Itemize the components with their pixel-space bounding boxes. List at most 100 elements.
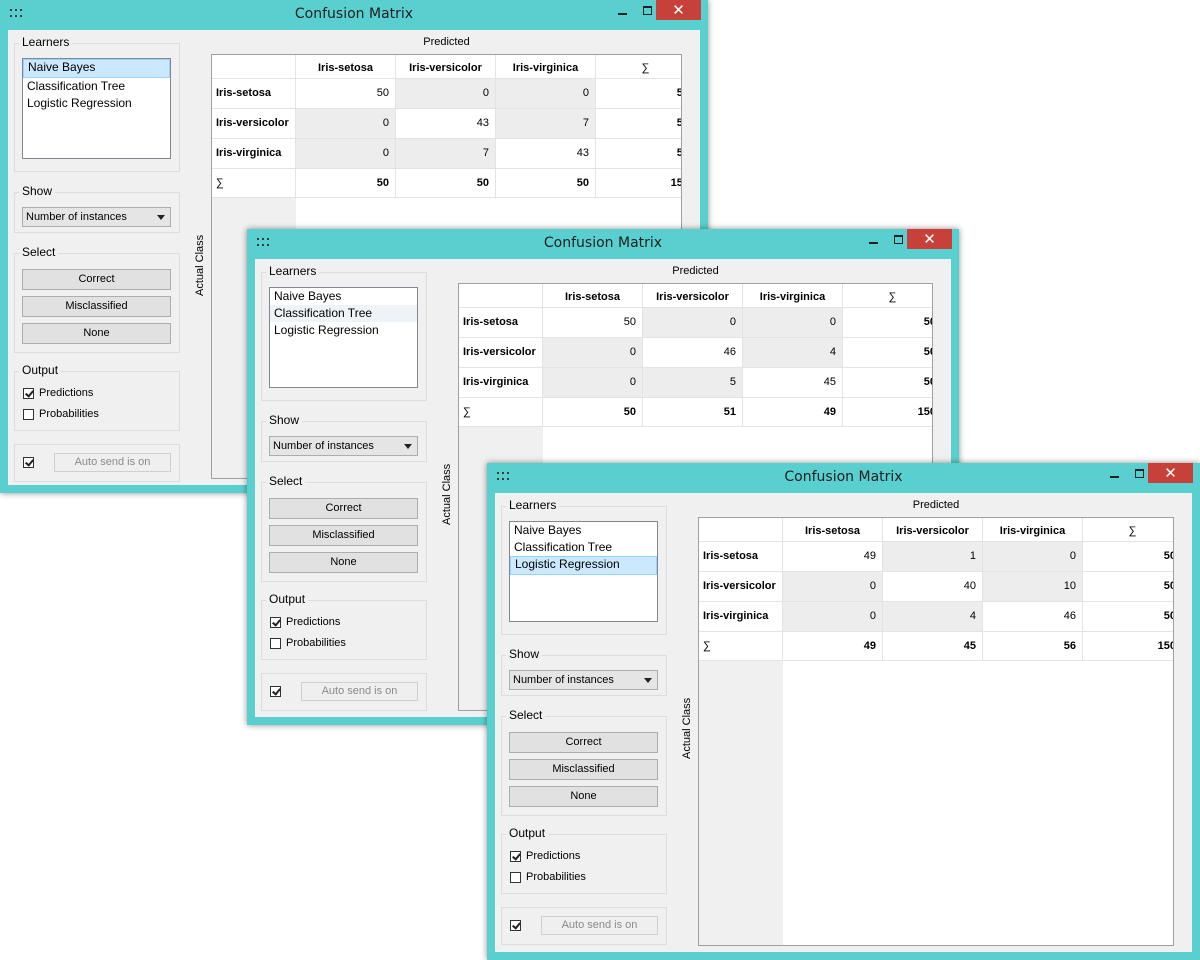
column-header: Iris-setosa [296,55,396,79]
probabilities-checkbox[interactable]: Probabilities [23,408,173,424]
matrix-cell[interactable]: 49 [783,542,883,572]
matrix-cell[interactable]: 1 [883,542,983,572]
sum-row-header: ∑ [699,632,783,661]
matrix-cell[interactable]: 50 [543,308,643,338]
row-header: Iris-setosa [699,542,783,572]
auto-send-checkbox-box[interactable] [23,457,34,468]
matrix-cell[interactable]: 0 [496,79,596,109]
matrix-cell[interactable]: 40 [883,572,983,602]
learner-item[interactable]: Naive Bayes [270,288,417,305]
learner-item[interactable]: Logistic Regression [23,95,170,112]
predictions-checkbox-box[interactable] [510,851,521,862]
predictions-checkbox[interactable]: Predictions [270,616,420,632]
show-dropdown[interactable]: Number of instances [22,207,171,227]
probabilities-checkbox-box[interactable] [510,872,521,883]
checkmark-icon [25,388,34,398]
learner-item[interactable]: Naive Bayes [510,522,657,539]
auto-send-button[interactable]: Auto send is on [541,916,658,935]
learners-list[interactable]: Naive Bayes Classification Tree Logistic R… [509,521,658,622]
show-title: Show [506,647,543,661]
auto-send-checkbox-box[interactable] [510,920,521,931]
row-header: Iris-versicolor [212,109,296,139]
matrix-cell[interactable]: 4 [743,338,843,368]
matrix-cell[interactable]: 43 [496,139,596,169]
matrix-cell[interactable]: 0 [743,308,843,338]
learner-item[interactable]: Classification Tree [510,539,657,556]
predicted-label: Predicted [423,36,470,48]
learner-item[interactable]: Logistic Regression [270,322,417,339]
matrix-cell[interactable]: 5 [643,368,743,398]
misclassified-button[interactable]: Misclassified [22,296,171,317]
predictions-checkbox[interactable]: Predictions [23,387,173,403]
learners-list[interactable]: Naive Bayes Classification Tree Logistic R… [22,58,171,159]
minimize-icon[interactable] [610,0,636,22]
learner-item[interactable]: Logistic Regression [510,556,657,575]
auto-send-button[interactable]: Auto send is on [301,682,418,701]
matrix-cell[interactable]: 0 [543,368,643,398]
none-button[interactable]: None [269,552,418,573]
probabilities-checkbox[interactable]: Probabilities [270,637,420,653]
close-icon[interactable]: ✕ [1148,463,1193,483]
misclassified-button[interactable]: Misclassified [269,525,418,546]
probabilities-checkbox[interactable]: Probabilities [510,871,660,887]
matrix-cell[interactable]: 10 [983,572,1083,602]
matrix-cell[interactable]: 0 [643,308,743,338]
checkmark-icon [25,457,34,467]
none-button[interactable]: None [22,323,171,344]
auto-send-checkbox-box[interactable] [270,686,281,697]
title-bar[interactable]: Confusion Matrix ✕ [247,229,959,259]
matrix-cell[interactable]: 7 [496,109,596,139]
matrix-cell[interactable]: 0 [783,602,883,632]
predicted-label: Predicted [912,499,960,511]
matrix-cell[interactable]: 50 [296,79,396,109]
predictions-checkbox[interactable]: Predictions [510,850,660,866]
column-header: Iris-versicolor [396,55,496,79]
confusion-matrix-table[interactable]: Iris-setosa Iris-versicolor Iris-virginica… [698,517,1174,946]
auto-send-button[interactable]: Auto send is on [54,453,171,472]
close-icon[interactable]: ✕ [656,0,701,20]
matrix-cell[interactable]: 46 [643,338,743,368]
matrix-cell[interactable]: 0 [296,139,396,169]
probabilities-checkbox-label: Probabilities [39,408,99,420]
matrix-cell[interactable]: 4 [883,602,983,632]
close-icon[interactable]: ✕ [907,229,952,249]
minimize-icon[interactable] [861,229,887,251]
correct-button[interactable]: Correct [22,269,171,290]
title-bar[interactable]: Confusion Matrix ✕ [487,463,1200,493]
predictions-checkbox-box[interactable] [270,617,281,628]
minimize-icon[interactable] [1102,463,1128,485]
window-title: Confusion Matrix [294,6,414,22]
matrix-cell[interactable]: 0 [983,542,1083,572]
correct-button[interactable]: Correct [269,498,418,519]
row-header: Iris-setosa [459,308,543,338]
probabilities-checkbox-box[interactable] [270,638,281,649]
show-dropdown[interactable]: Number of instances [269,436,418,456]
matrix-cell[interactable]: 45 [743,368,843,398]
show-dropdown[interactable]: Number of instances [509,670,658,690]
learner-item[interactable]: Classification Tree [23,78,170,95]
correct-button[interactable]: Correct [509,732,658,753]
predictions-checkbox-box[interactable] [23,388,34,399]
row-sum-cell: 50 [1083,542,1173,572]
matrix-cell[interactable]: 0 [296,109,396,139]
matrix-cell[interactable]: 43 [396,109,496,139]
matrix-cell[interactable]: 0 [543,338,643,368]
column-header: Iris-setosa [783,518,883,542]
show-dropdown-value: Number of instances [26,211,127,223]
row-header: Iris-virginica [699,602,783,632]
none-button[interactable]: None [509,786,658,807]
misclassified-button[interactable]: Misclassified [509,759,658,780]
sum-column-header: ∑ [843,284,932,308]
learner-item[interactable]: Naive Bayes [23,59,170,78]
matrix-cell[interactable]: 7 [396,139,496,169]
matrix-cell[interactable]: 46 [983,602,1083,632]
output-title: Output [19,363,62,377]
matrix-cell[interactable]: 0 [783,572,883,602]
learners-list[interactable]: Naive Bayes Classification Tree Logistic R… [269,287,418,388]
title-bar[interactable]: Confusion Matrix ✕ [0,0,708,30]
learner-item[interactable]: Classification Tree [270,305,417,322]
confusion-matrix-window: Confusion Matrix ✕ Learners Naive Bayes Clas… [487,463,1200,960]
matrix-cell[interactable]: 0 [396,79,496,109]
probabilities-checkbox-box[interactable] [23,409,34,420]
probabilities-checkbox-label: Probabilities [286,637,346,649]
